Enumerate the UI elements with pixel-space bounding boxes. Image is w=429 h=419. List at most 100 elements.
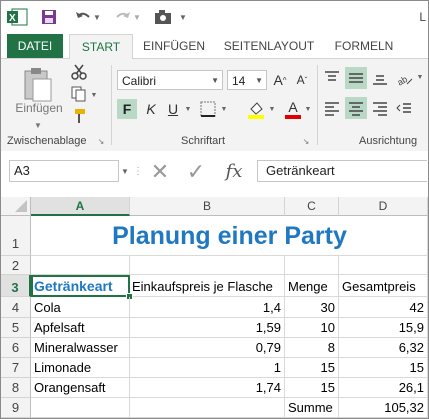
table-cell[interactable]: 42 xyxy=(339,297,428,318)
insert-function-button[interactable]: fx xyxy=(219,159,249,183)
total-value-cell[interactable]: 105,32 xyxy=(339,398,428,418)
save-icon[interactable] xyxy=(37,5,61,29)
column-header-c[interactable]: C xyxy=(285,197,339,216)
orientation-dropdown-icon[interactable]: ▼ xyxy=(415,71,425,83)
total-label-cell[interactable]: Summe xyxy=(285,398,339,418)
paste-dropdown-icon[interactable]: ▼ xyxy=(31,119,45,131)
cell-a2[interactable] xyxy=(31,256,130,275)
row-header-1[interactable]: 1 xyxy=(1,216,31,256)
table-cell[interactable]: 26,1 xyxy=(339,378,428,398)
header-cell-d3[interactable]: Gesamtpreis xyxy=(339,275,428,297)
align-center-icon[interactable] xyxy=(345,97,367,119)
confirm-entry-icon[interactable]: ✓ xyxy=(183,159,209,184)
table-cell[interactable]: 15 xyxy=(285,358,339,378)
table-cell[interactable]: Orangensaft xyxy=(31,378,130,398)
chevron-down-icon: ▼ xyxy=(255,76,263,85)
align-middle-icon[interactable] xyxy=(345,67,367,89)
font-color-icon[interactable]: A xyxy=(283,97,303,121)
table-cell[interactable]: Limonade xyxy=(31,358,130,378)
header-cell-c3[interactable]: Menge xyxy=(285,275,339,297)
spreadsheet-grid[interactable]: A B C D 1 2 3 4 5 6 7 8 9 Planung einer … xyxy=(1,189,428,418)
format-painter-icon[interactable] xyxy=(69,107,89,125)
underline-button[interactable]: U xyxy=(163,99,183,119)
ribbon-divider xyxy=(111,65,112,145)
tab-page-layout[interactable]: SEITENLAYOUT xyxy=(221,34,317,58)
copy-dropdown-icon[interactable]: ▼ xyxy=(89,89,99,101)
undo-dropdown-icon[interactable]: ▼ xyxy=(91,5,103,29)
name-box-value: A3 xyxy=(14,163,30,178)
font-launcher-icon[interactable]: ↘ xyxy=(301,135,311,147)
name-box[interactable]: A3 xyxy=(9,160,119,182)
column-header-b[interactable]: B xyxy=(130,197,285,216)
font-name-select[interactable]: Calibri ▼ xyxy=(117,70,223,90)
alignment-group-label: Ausrichtung xyxy=(359,135,418,147)
table-cell[interactable]: Mineralwasser xyxy=(31,338,130,358)
cell-a9[interactable] xyxy=(31,398,130,418)
font-size-select[interactable]: 14 ▼ xyxy=(227,70,267,90)
font-color-dropdown-icon[interactable]: ▼ xyxy=(303,103,313,115)
camera-icon[interactable] xyxy=(151,5,175,29)
table-cell[interactable]: 1 xyxy=(130,358,285,378)
select-all-corner[interactable] xyxy=(1,197,31,216)
table-cell[interactable]: Apfelsaft xyxy=(31,318,130,338)
italic-button[interactable]: K xyxy=(141,99,161,119)
decrease-indent-icon[interactable] xyxy=(393,97,415,119)
align-right-icon[interactable] xyxy=(369,97,391,119)
row-header-7[interactable]: 7 xyxy=(1,358,31,378)
row-header-2[interactable]: 2 xyxy=(1,256,31,275)
paste-button[interactable]: Einfügen xyxy=(13,99,65,117)
table-cell[interactable]: 1,59 xyxy=(130,318,285,338)
align-bottom-icon[interactable] xyxy=(369,67,391,89)
borders-dropdown-icon[interactable]: ▼ xyxy=(219,103,229,115)
tab-insert[interactable]: EINFÜGEN xyxy=(139,34,209,58)
customize-qat-icon[interactable]: ▼ xyxy=(177,5,189,29)
row-header-8[interactable]: 8 xyxy=(1,378,31,398)
column-header-d[interactable]: D xyxy=(339,197,428,216)
table-cell[interactable]: 1,4 xyxy=(130,297,285,318)
column-header-a[interactable]: A xyxy=(31,197,130,216)
table-cell[interactable]: 6,32 xyxy=(339,338,428,358)
table-cell[interactable]: 15,9 xyxy=(339,318,428,338)
table-cell[interactable]: 30 xyxy=(285,297,339,318)
tab-home[interactable]: START xyxy=(69,34,133,60)
table-cell[interactable]: 8 xyxy=(285,338,339,358)
fill-color-icon[interactable] xyxy=(245,99,267,121)
align-left-icon[interactable] xyxy=(321,97,343,119)
table-cell[interactable]: 15 xyxy=(285,378,339,398)
table-cell[interactable]: 1,74 xyxy=(130,378,285,398)
table-cell[interactable]: 15 xyxy=(339,358,428,378)
table-cell[interactable]: 0,79 xyxy=(130,338,285,358)
underline-dropdown-icon[interactable]: ▼ xyxy=(183,103,193,115)
grow-font-icon[interactable]: A ^ xyxy=(271,70,289,90)
borders-icon[interactable] xyxy=(197,99,219,119)
svg-text:ab: ab xyxy=(395,74,409,86)
table-cell[interactable]: Cola xyxy=(31,297,130,318)
cell-d2[interactable] xyxy=(339,256,428,275)
row-header-5[interactable]: 5 xyxy=(1,318,31,338)
shrink-font-icon[interactable]: Aˇ xyxy=(293,70,311,90)
orientation-icon[interactable]: ab xyxy=(393,67,415,89)
tab-formulas[interactable]: FORMELN xyxy=(329,34,399,58)
clipboard-launcher-icon[interactable]: ↘ xyxy=(96,135,106,147)
tab-file[interactable]: DATEI xyxy=(7,34,63,58)
name-box-dropdown-icon[interactable]: ▼ xyxy=(120,165,130,177)
chevron-down-icon: ▼ xyxy=(211,76,219,85)
row-header-9[interactable]: 9 xyxy=(1,398,31,418)
cell-b2[interactable] xyxy=(130,256,285,275)
cell-c2[interactable] xyxy=(285,256,339,275)
copy-icon[interactable] xyxy=(69,85,89,103)
bold-button[interactable]: F xyxy=(117,99,137,119)
cell-b9[interactable] xyxy=(130,398,285,418)
header-cell-b3[interactable]: Einkaufspreis je Flasche xyxy=(130,275,285,297)
align-top-icon[interactable] xyxy=(321,67,343,89)
cancel-entry-icon[interactable]: ✕ xyxy=(147,159,173,184)
fill-color-dropdown-icon[interactable]: ▼ xyxy=(267,103,277,115)
ribbon-divider xyxy=(317,65,318,145)
row-header-6[interactable]: 6 xyxy=(1,338,31,358)
row-header-4[interactable]: 4 xyxy=(1,297,31,318)
redo-dropdown-icon[interactable]: ▼ xyxy=(131,5,143,29)
table-cell[interactable]: 10 xyxy=(285,318,339,338)
formula-input[interactable]: Getränkeart xyxy=(257,160,427,182)
row-header-3[interactable]: 3 xyxy=(1,275,31,297)
cut-icon[interactable] xyxy=(69,63,89,81)
